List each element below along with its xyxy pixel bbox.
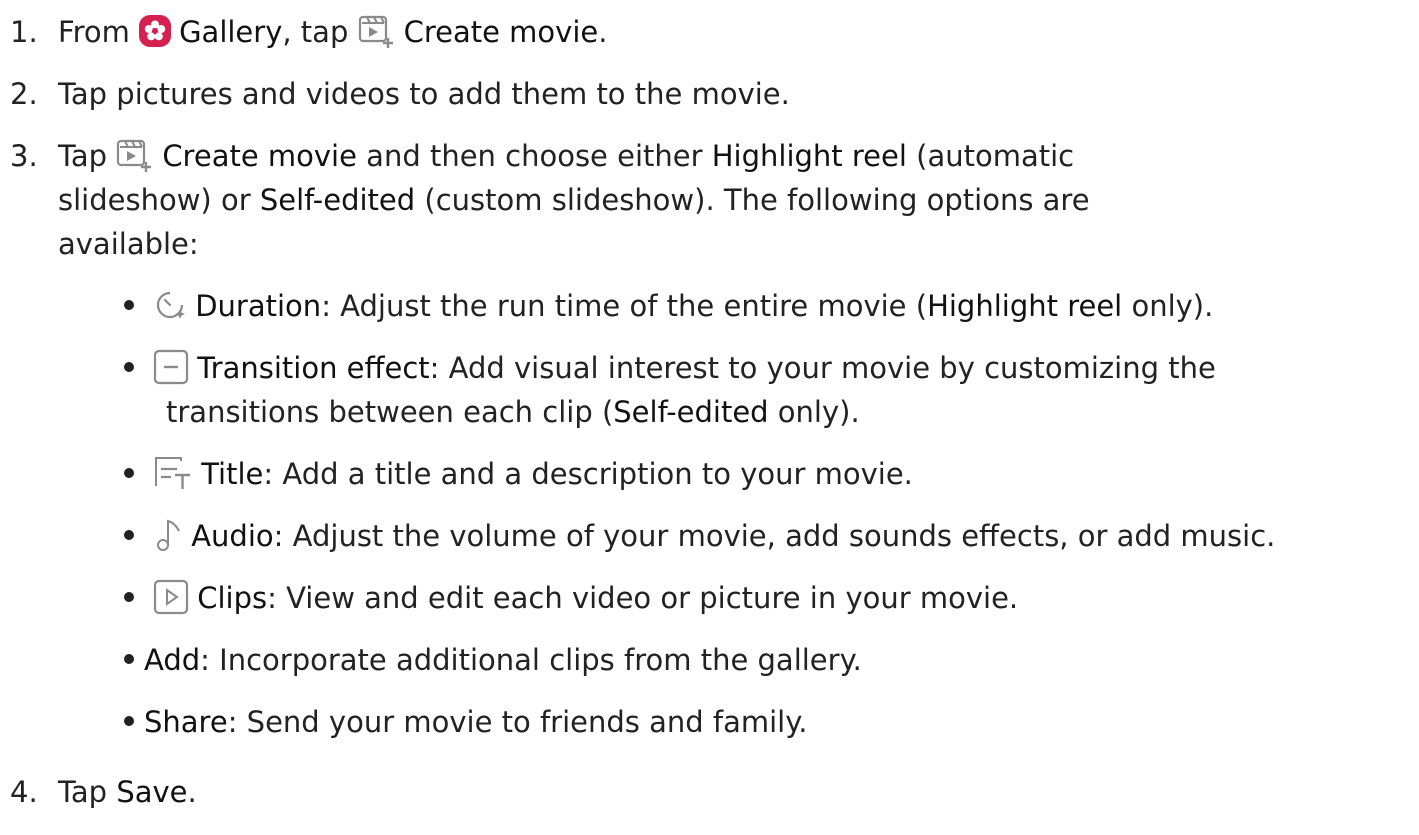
step-1: 1. From Gallery, tap Create movie. (10, 10, 1410, 54)
option-duration: Duration: Adjust the run time of the ent… (124, 284, 1213, 328)
option-label: Clips (197, 581, 268, 615)
step-number: 3. (10, 139, 38, 173)
self-edited-label: Self-edited (259, 183, 416, 217)
bullet (124, 654, 134, 664)
create-movie-label: Create movie (403, 15, 599, 49)
option-label: Duration (195, 289, 322, 323)
option-clips: Clips: View and edit each video or pictu… (124, 576, 1018, 620)
highlight-reel-label: Highlight reel (711, 139, 907, 173)
bullet (124, 300, 134, 310)
bullet (124, 592, 134, 602)
option-share: Share: Send your movie to friends and fa… (124, 700, 807, 744)
option-add: Add: Incorporate additional clips from t… (124, 638, 862, 682)
music-note-icon (153, 517, 183, 553)
option-transition-effect-line-2: transitions between each clip (Self-edit… (166, 395, 860, 429)
create-movie-icon (358, 14, 396, 48)
option-label: Title (201, 457, 264, 491)
transition-effect-icon (153, 349, 189, 385)
option-label: Share (144, 705, 228, 739)
self-edited-ref: Self-edited (613, 395, 769, 429)
option-label: Transition effect (197, 351, 430, 385)
step-3-line-3: available: (58, 227, 199, 261)
option-audio: Audio: Adjust the volume of your movie, … (124, 514, 1275, 558)
step-3: 3. Tap Create movie and then choose eithe… (10, 134, 1410, 178)
step-2: 2. Tap pictures and videos to add them to… (10, 72, 1410, 116)
bullet (124, 468, 134, 478)
title-icon (153, 456, 193, 490)
gallery-label: Gallery (179, 15, 283, 49)
step-3-line-2: slideshow) or Self-edited (custom slides… (58, 183, 1090, 217)
create-movie-icon (116, 138, 154, 172)
bullet (124, 716, 134, 726)
clips-icon (153, 579, 189, 615)
option-title: Title: Add a title and a description to … (124, 452, 913, 496)
create-movie-label: Create movie (162, 139, 357, 173)
step-4: 4. Tap Save. (10, 770, 1410, 814)
highlight-reel-ref: Highlight reel (927, 289, 1123, 323)
option-transition-effect: Transition effect: Add visual interest t… (124, 346, 1216, 390)
option-label: Add (144, 643, 201, 677)
step-number: 1. (10, 15, 38, 49)
step-number: 2. (10, 77, 38, 111)
instructions-page: 1. From Gallery, tap Create movie. 2. Ta… (0, 0, 1419, 835)
bullet (124, 530, 134, 540)
step-number: 4. (10, 775, 38, 809)
save-label: Save (116, 775, 188, 809)
step-text: Tap pictures and videos to add them to t… (58, 77, 790, 111)
bullet (124, 362, 134, 372)
option-label: Audio (191, 519, 274, 553)
duration-icon (153, 288, 187, 322)
gallery-icon (139, 15, 172, 47)
